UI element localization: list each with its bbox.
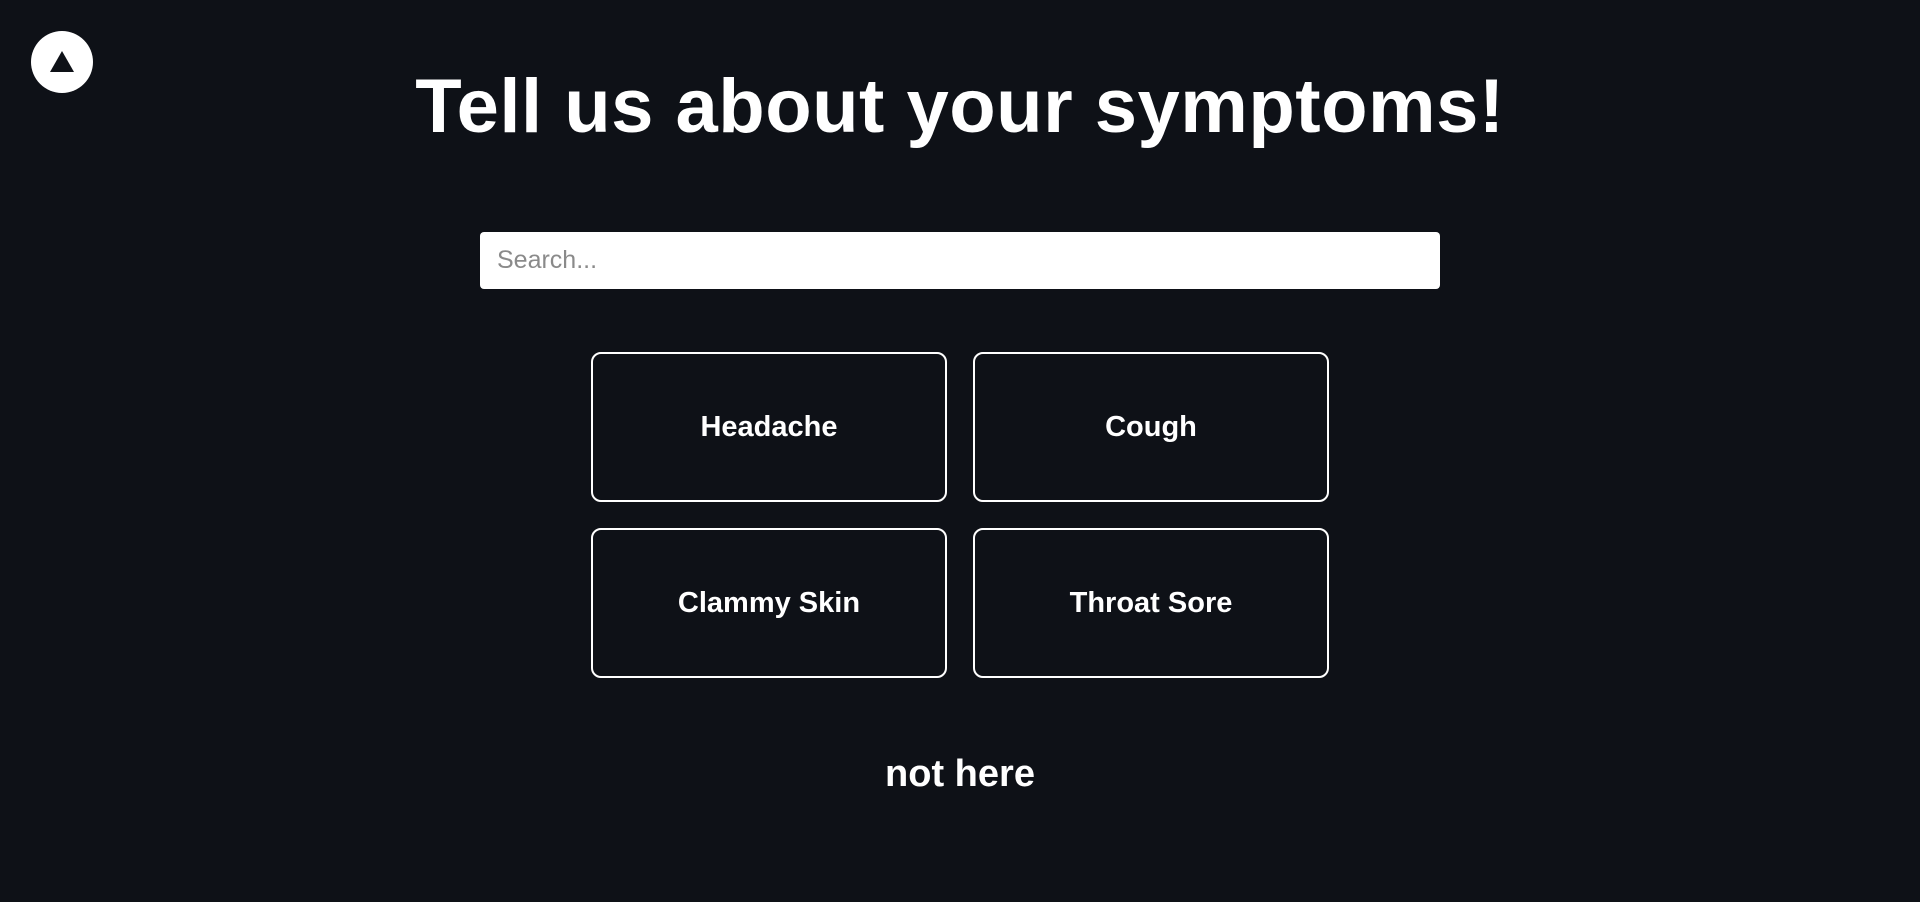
not-here-button[interactable]: not here <box>0 752 1920 796</box>
symptom-button-cough[interactable]: Cough <box>973 352 1329 502</box>
search-input[interactable] <box>480 232 1440 289</box>
symptom-grid: Headache Cough Clammy Skin Throat Sore <box>591 352 1329 678</box>
symptom-button-headache[interactable]: Headache <box>591 352 947 502</box>
symptom-button-clammy-skin[interactable]: Clammy Skin <box>591 528 947 678</box>
symptom-button-throat-sore[interactable]: Throat Sore <box>973 528 1329 678</box>
search-container <box>480 232 1440 289</box>
page-title: Tell us about your symptoms! <box>415 64 1505 149</box>
